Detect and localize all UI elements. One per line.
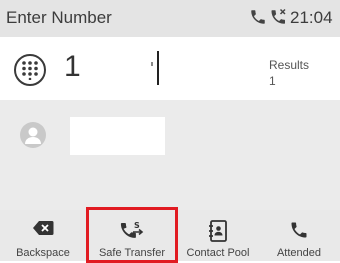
avatar-icon (20, 122, 46, 148)
attended-button[interactable]: Attended (258, 210, 340, 261)
number-input-row[interactable]: 1 Results 1 (0, 37, 340, 100)
results-label: Results (269, 58, 310, 72)
safe-transfer-label: Safe Transfer (98, 247, 166, 259)
attended-label: Attended (276, 247, 322, 259)
status-bar: Enter Number 21:04 (0, 0, 340, 37)
backspace-button[interactable]: Backspace (0, 210, 86, 261)
search-results-list (0, 100, 340, 210)
cursor-mark (151, 62, 153, 66)
number-input[interactable]: 1 (64, 50, 81, 84)
svg-text:S: S (134, 221, 140, 230)
safe-transfer-icon: S (119, 220, 145, 247)
list-item[interactable] (0, 100, 340, 160)
text-cursor (157, 51, 159, 85)
results-count: 1 (269, 74, 276, 88)
backspace-icon (32, 220, 54, 241)
clock-time: 21:04 (290, 8, 333, 27)
phone-icon (249, 8, 267, 31)
screen-title: Enter Number (6, 8, 112, 27)
contact-name (70, 117, 165, 155)
missed-call-icon (269, 8, 289, 31)
contact-book-icon (208, 220, 228, 247)
keypad-icon[interactable] (14, 54, 46, 86)
phone-icon (289, 220, 309, 245)
contact-pool-label: Contact Pool (186, 247, 250, 259)
contact-pool-button[interactable]: Contact Pool (178, 210, 258, 261)
safe-transfer-button[interactable]: S Safe Transfer (86, 210, 178, 261)
softkey-bar: Backspace S Safe Transfer Contact Pool A… (0, 210, 340, 261)
backspace-label: Backspace (16, 247, 70, 259)
